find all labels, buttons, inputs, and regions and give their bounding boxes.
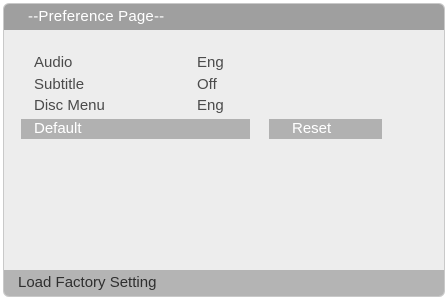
status-bar: Load Factory Setting	[4, 270, 444, 296]
menu-item-audio[interactable]: Audio Eng	[4, 53, 444, 73]
reset-button[interactable]: Reset	[269, 119, 382, 139]
menu-item-value: Eng	[197, 97, 224, 114]
menu-item-label: Subtitle	[34, 76, 85, 93]
default-label: Default	[34, 120, 82, 137]
menu-item-subtitle[interactable]: Subtitle Off	[4, 75, 444, 95]
menu-item-value: Off	[197, 76, 217, 93]
page-title-bar: --Preference Page--	[4, 4, 444, 30]
reset-label: Reset	[292, 120, 332, 137]
menu-item-value: Eng	[197, 54, 224, 71]
menu-item-disc-menu[interactable]: Disc Menu Eng	[4, 96, 444, 116]
menu-item-label: Disc Menu	[34, 97, 105, 114]
preference-screen: --Preference Page-- Audio Eng Subtitle O…	[3, 3, 445, 297]
status-text: Load Factory Setting	[18, 274, 157, 291]
page-title: --Preference Page--	[28, 8, 165, 25]
menu-item-label: Audio	[34, 54, 73, 71]
default-menu-item[interactable]: Default	[21, 119, 250, 139]
